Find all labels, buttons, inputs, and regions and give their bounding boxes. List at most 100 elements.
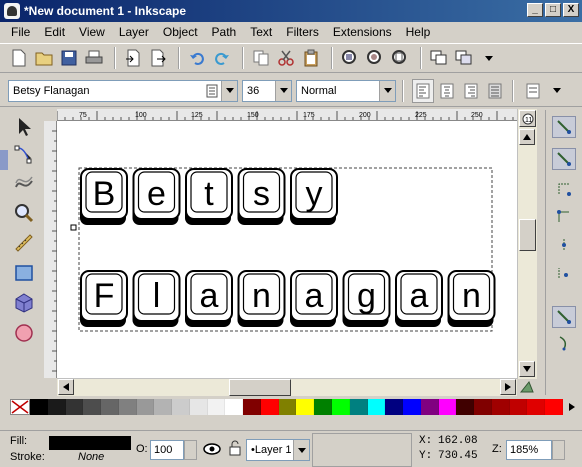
menu-layer[interactable]: Layer	[112, 25, 156, 39]
minimize-button[interactable]: _	[527, 3, 543, 17]
font-list-icon[interactable]	[203, 81, 221, 101]
tweak-tool-icon[interactable]	[11, 168, 37, 194]
eye-visibility-icon[interactable]	[203, 442, 221, 459]
color-swatch[interactable]	[189, 399, 208, 415]
print-icon[interactable]	[83, 47, 105, 69]
3d-box-tool-icon[interactable]	[11, 290, 37, 316]
keycap-letter[interactable]: e	[132, 168, 181, 225]
scroll-right-arrow-icon[interactable]	[500, 379, 516, 395]
color-swatch[interactable]	[438, 399, 457, 415]
scroll-left-arrow-icon[interactable]	[58, 379, 74, 395]
palette-scroll-icon[interactable]	[565, 399, 579, 415]
horizontal-scrollbar[interactable]	[57, 378, 517, 396]
import-icon[interactable]	[122, 47, 144, 69]
keycap-letter[interactable]: g	[342, 270, 391, 327]
selection-handle[interactable]	[70, 224, 77, 231]
zoom-corner-icon[interactable]: 11	[519, 110, 536, 127]
keycap-letter[interactable]: a	[395, 270, 443, 327]
text-orientation-icon[interactable]	[522, 79, 544, 103]
menu-extensions[interactable]: Extensions	[326, 25, 399, 39]
opacity-spinner[interactable]	[184, 440, 197, 460]
layer-selector[interactable]: •Layer 1	[246, 439, 310, 461]
snap-enable-icon[interactable]	[552, 116, 576, 138]
font-family-combo[interactable]: Betsy Flanagan	[8, 79, 238, 102]
keycap-letter[interactable]: a	[185, 270, 233, 327]
color-swatch[interactable]	[491, 399, 510, 415]
color-swatch[interactable]	[260, 399, 279, 415]
align-center-icon[interactable]	[436, 79, 458, 103]
fill-color-indicator[interactable]	[49, 436, 131, 450]
color-swatch[interactable]	[296, 399, 315, 415]
maximize-button[interactable]: □	[545, 3, 561, 17]
chevron-down-icon[interactable]	[221, 80, 237, 101]
lock-icon[interactable]	[228, 440, 242, 459]
color-swatch[interactable]	[385, 399, 404, 415]
keycap-letter[interactable]: t	[185, 168, 233, 225]
color-swatch[interactable]	[278, 399, 297, 415]
menu-text[interactable]: Text	[243, 25, 279, 39]
font-size-combo[interactable]: 36	[242, 79, 292, 102]
rectangle-tool-icon[interactable]	[11, 260, 37, 286]
horizontal-scroll-thumb[interactable]	[229, 379, 291, 396]
color-swatch[interactable]	[225, 399, 244, 415]
color-swatch[interactable]	[154, 399, 173, 415]
zoom-tool-icon[interactable]	[11, 200, 37, 226]
zoom-spinner[interactable]	[552, 440, 565, 460]
scroll-up-arrow-icon[interactable]	[519, 129, 535, 145]
chevron-down-icon[interactable]	[293, 440, 309, 460]
menu-filters[interactable]: Filters	[279, 25, 326, 39]
undo-icon[interactable]	[186, 47, 208, 69]
snap-bbox-edges-icon[interactable]	[552, 178, 576, 200]
menu-file[interactable]: File	[4, 25, 37, 39]
keycap-letter[interactable]: n	[237, 270, 286, 327]
color-swatch[interactable]	[456, 399, 475, 415]
color-swatch[interactable]	[545, 399, 563, 415]
color-swatch[interactable]	[474, 399, 492, 415]
color-swatch[interactable]	[420, 399, 439, 415]
color-swatch[interactable]	[207, 399, 226, 415]
color-swatch[interactable]	[83, 399, 102, 415]
vertical-scrollbar[interactable]: 11	[517, 109, 537, 379]
color-swatch[interactable]	[136, 399, 155, 415]
toolbar-overflow-icon[interactable]	[478, 47, 500, 69]
redo-icon[interactable]	[211, 47, 233, 69]
save-icon[interactable]	[58, 47, 80, 69]
cut-icon[interactable]	[275, 47, 297, 69]
font-style-combo[interactable]: Normal	[296, 79, 396, 102]
snap-bbox-icon[interactable]	[552, 148, 576, 170]
color-swatch[interactable]	[349, 399, 368, 415]
keycap-letter[interactable]: l	[132, 270, 181, 327]
node-tool-icon[interactable]	[11, 142, 37, 168]
no-paint-swatch[interactable]	[10, 399, 30, 415]
color-swatch[interactable]	[314, 399, 333, 415]
keycap-letter[interactable]: B	[80, 168, 128, 225]
zoom-page-icon[interactable]	[389, 47, 411, 69]
color-swatch[interactable]	[527, 399, 546, 415]
close-button[interactable]: X	[563, 3, 579, 17]
keycap-letter[interactable]: F	[80, 270, 128, 327]
menu-view[interactable]: View	[72, 25, 112, 39]
snap-paths-icon[interactable]	[552, 332, 576, 354]
color-swatch[interactable]	[172, 399, 190, 415]
clone-icon[interactable]	[453, 47, 475, 69]
open-file-icon[interactable]	[33, 47, 55, 69]
zoom-input[interactable]: 185%	[506, 440, 552, 460]
chevron-down-icon[interactable]	[275, 80, 291, 101]
color-swatch[interactable]	[65, 399, 84, 415]
duplicate-icon[interactable]	[428, 47, 450, 69]
align-right-icon[interactable]	[460, 79, 482, 103]
keycap-letter[interactable]: y	[290, 168, 338, 225]
color-swatch[interactable]	[332, 399, 350, 415]
keycap-letter[interactable]: a	[290, 270, 338, 327]
color-swatch[interactable]	[101, 399, 119, 415]
menu-edit[interactable]: Edit	[37, 25, 72, 39]
justify-icon[interactable]	[484, 79, 506, 103]
snap-bbox-corners-icon[interactable]	[552, 206, 576, 228]
drawing-canvas[interactable]: Betsy Flanagan	[57, 121, 517, 378]
toolbar-overflow-icon[interactable]	[546, 79, 568, 103]
zoom-drawing-icon[interactable]	[364, 47, 386, 69]
new-document-icon[interactable]	[8, 47, 30, 69]
menu-path[interactable]: Path	[205, 25, 244, 39]
color-swatch[interactable]	[403, 399, 421, 415]
menu-object[interactable]: Object	[156, 25, 205, 39]
